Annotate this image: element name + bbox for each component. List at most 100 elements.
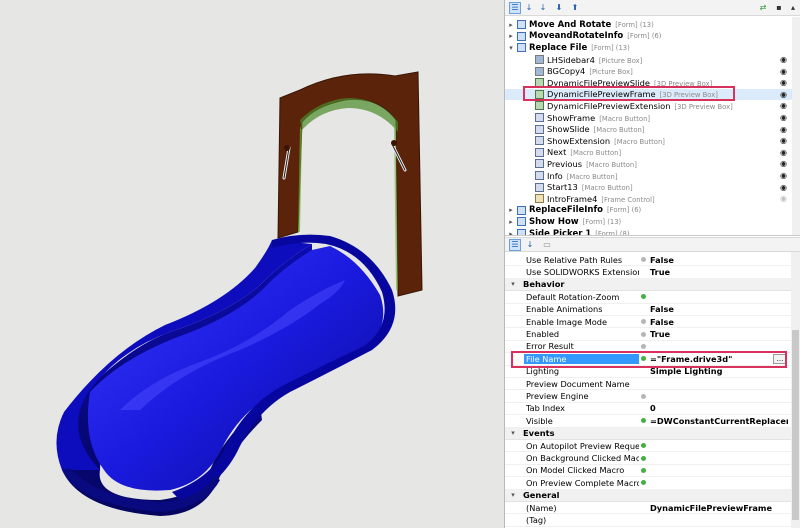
- collapse-arrow-icon[interactable]: ▾: [509, 491, 517, 499]
- rule-set-indicator-icon[interactable]: [641, 443, 646, 449]
- lock-toggle-icon[interactable]: ▪: [773, 2, 785, 14]
- rule-set-indicator-icon[interactable]: [641, 480, 646, 486]
- sort-ascending-icon[interactable]: ↓: [523, 2, 535, 14]
- property-row[interactable]: Preview Engine: [505, 390, 792, 403]
- picture-box-icon: [535, 66, 544, 76]
- property-value[interactable]: DynamicFilePreviewFrame: [650, 503, 772, 513]
- property-row[interactable]: Enable Image Mode False: [505, 316, 792, 329]
- property-row[interactable]: Enabled True: [505, 328, 792, 341]
- rule-empty-indicator-icon[interactable]: [641, 319, 646, 325]
- property-category[interactable]: ▾ Events: [505, 427, 792, 440]
- tree-scrollbar[interactable]: [792, 17, 800, 235]
- tree-control-item[interactable]: ShowFrame[Macro Button]◉□: [505, 112, 800, 124]
- tree-item-type: [Macro Button]: [593, 126, 645, 135]
- tree-form-item[interactable]: ▸ Move And Rotate [Form] (13): [505, 19, 800, 31]
- visibility-eye-icon[interactable]: ◉: [780, 136, 787, 145]
- property-value[interactable]: False: [650, 304, 674, 314]
- sort-descending-icon[interactable]: ↓: [537, 2, 549, 14]
- tree-control-item[interactable]: ShowSlide[Macro Button]◉□: [505, 123, 800, 135]
- property-value[interactable]: False: [650, 317, 674, 327]
- expand-arrow-icon[interactable]: ▸: [507, 21, 515, 29]
- property-value[interactable]: False: [650, 255, 674, 265]
- visibility-eye-icon[interactable]: ◉: [780, 90, 787, 99]
- move-up-icon[interactable]: ⬆: [569, 2, 581, 14]
- rule-set-indicator-icon[interactable]: [641, 418, 646, 424]
- rule-set-indicator-icon[interactable]: [641, 294, 646, 300]
- property-row[interactable]: On Model Clicked Macro: [505, 465, 792, 478]
- properties-grid[interactable]: Use Relative Path Rules False Use SOLIDWOR…: [505, 252, 800, 528]
- expand-arrow-icon[interactable]: ▸: [507, 32, 515, 40]
- collapse-arrow-icon[interactable]: ▾: [509, 429, 517, 437]
- property-category[interactable]: ▾ Behavior: [505, 278, 792, 292]
- tree-control-item[interactable]: Previous[Macro Button]◉□: [505, 158, 800, 170]
- property-name: On Model Clicked Macro: [526, 465, 625, 476]
- property-name: Visible: [526, 415, 553, 426]
- property-value[interactable]: =DWConstantCurrentReplacement = ': [650, 416, 788, 426]
- tree-form-item[interactable]: ▸ Side Picker 1 [Form] (8): [505, 228, 800, 235]
- visibility-eye-icon[interactable]: ◉: [780, 55, 787, 64]
- tree-form-item[interactable]: ▸ ReplaceFileInfo [Form] (6): [505, 205, 800, 217]
- property-row[interactable]: (Tag): [505, 514, 792, 527]
- property-category[interactable]: ▾ General: [505, 489, 792, 502]
- rule-empty-indicator-icon[interactable]: [641, 257, 646, 263]
- rule-empty-indicator-icon[interactable]: [641, 393, 646, 399]
- property-row[interactable]: Default Rotation-Zoom: [505, 291, 792, 304]
- visibility-eye-icon[interactable]: ◉: [780, 101, 787, 110]
- categorized-view-icon[interactable]: ☰: [509, 2, 521, 14]
- property-row[interactable]: On Preview Complete Macro: [505, 477, 792, 490]
- property-value[interactable]: 0: [650, 403, 656, 413]
- property-row[interactable]: On Background Clicked Macro: [505, 452, 792, 465]
- collapse-arrow-icon[interactable]: ▾: [507, 44, 515, 52]
- property-row[interactable]: Visible =DWConstantCurrentReplacement = ': [505, 415, 792, 428]
- property-row[interactable]: Use Relative Path Rules False: [505, 254, 792, 267]
- tree-control-item[interactable]: DynamicFilePreviewExtension [3D Preview B…: [505, 100, 800, 112]
- scroll-up-arrow-icon[interactable]: ▴: [787, 2, 799, 14]
- visibility-eye-icon[interactable]: ◉: [780, 183, 787, 192]
- tree-form-item[interactable]: ▸ Show How [Form] (13): [505, 216, 800, 228]
- property-value[interactable]: True: [650, 267, 670, 277]
- tree-control-item[interactable]: BGCopy4[Picture Box]◉■: [505, 65, 800, 77]
- categorized-properties-icon[interactable]: ☰: [509, 239, 521, 251]
- rule-set-indicator-icon[interactable]: [641, 455, 646, 461]
- expand-arrow-icon[interactable]: ▸: [507, 206, 515, 214]
- property-row[interactable]: On Autopilot Preview Requested Macro: [505, 440, 792, 453]
- form-control-tree[interactable]: ▸ Move And Rotate [Form] (13) ▸ MoveandRotat…: [505, 17, 800, 236]
- visibility-eye-icon[interactable]: ◉: [780, 171, 787, 180]
- tree-control-item[interactable]: ShowExtension[Macro Button]◉□: [505, 135, 800, 147]
- alphabetical-properties-icon[interactable]: ↓: [524, 239, 536, 251]
- property-name: On Autopilot Preview Requested Macro: [526, 440, 639, 451]
- property-row[interactable]: Use SOLIDWORKS Extension Suffix True: [505, 266, 792, 279]
- property-row[interactable]: Tab Index 0: [505, 403, 792, 416]
- tree-control-item[interactable]: IntroFrame4[Frame Control]◉□: [505, 193, 800, 205]
- visibility-eye-icon[interactable]: ◉: [780, 78, 787, 87]
- 3d-preview-viewport[interactable]: [0, 0, 504, 528]
- property-value[interactable]: True: [650, 329, 670, 339]
- expand-arrow-icon[interactable]: ▸: [507, 218, 515, 226]
- visibility-eye-icon[interactable]: ◉: [780, 159, 787, 168]
- property-row[interactable]: (Name) DynamicFilePreviewFrame: [505, 502, 792, 515]
- expand-arrow-icon[interactable]: ▸: [507, 230, 515, 235]
- property-pages-icon[interactable]: ▭: [541, 239, 553, 251]
- tree-form-item[interactable]: ▸ MoveandRotateInfo [Form] (6): [505, 31, 800, 43]
- visibility-eye-icon[interactable]: ◉: [780, 125, 787, 134]
- rule-set-indicator-icon[interactable]: [641, 467, 646, 473]
- tree-control-item[interactable]: Start13[Macro Button]◉□: [505, 181, 800, 193]
- collapse-arrow-icon[interactable]: ▾: [509, 280, 517, 288]
- visibility-eye-icon[interactable]: ◉: [780, 67, 787, 76]
- tree-control-item[interactable]: Next[Macro Button]◉□: [505, 147, 800, 159]
- properties-scrollbar[interactable]: [791, 252, 800, 528]
- property-row[interactable]: Preview Document Name: [505, 378, 792, 391]
- property-row[interactable]: Enable Animations False: [505, 304, 792, 316]
- tree-control-item[interactable]: LHSidebar4[Picture Box]◉□: [505, 54, 800, 66]
- visibility-eye-icon[interactable]: ◉: [780, 113, 787, 122]
- tree-form-item[interactable]: ▾ Replace File [Form] (13): [505, 42, 800, 54]
- move-down-icon[interactable]: ⬇: [553, 2, 565, 14]
- visibility-eye-icon[interactable]: ◉: [780, 148, 787, 157]
- rule-empty-indicator-icon[interactable]: [641, 343, 646, 349]
- picture-box-icon: [535, 55, 544, 65]
- visibility-eye-icon[interactable]: ◉: [780, 194, 787, 203]
- rule-empty-indicator-icon[interactable]: [641, 331, 646, 337]
- expand-collapse-icon[interactable]: ⇄: [757, 2, 769, 14]
- frame-control-icon: [535, 194, 544, 204]
- tree-control-item[interactable]: Info[Macro Button]◉□: [505, 170, 800, 182]
